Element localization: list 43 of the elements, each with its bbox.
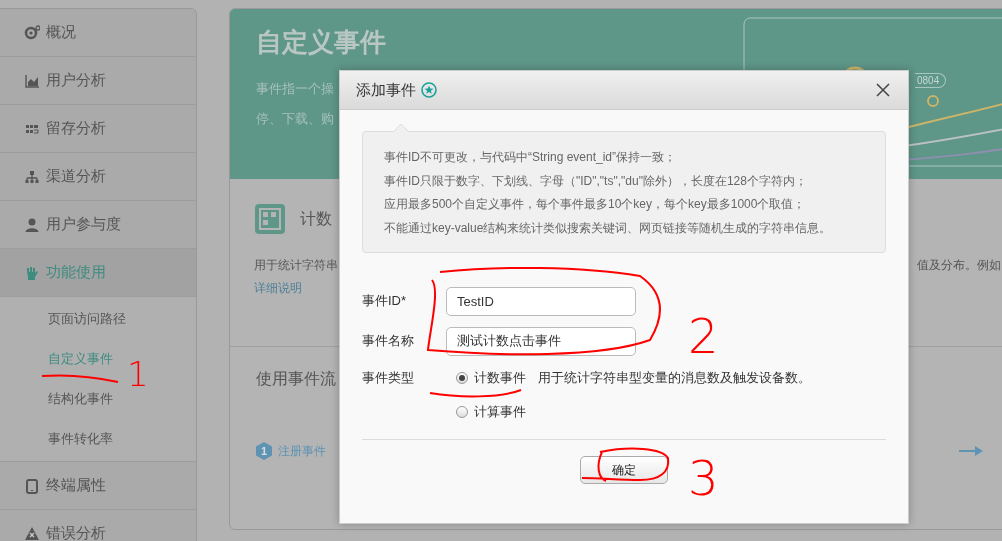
chart-icon: [24, 72, 40, 89]
info-text: 不能通过key-value结构来统计类似搜索关键词、网页链接等随机生成的字符串信息。: [384, 219, 833, 237]
card-description: 用于统计字符串: [254, 257, 338, 274]
close-button[interactable]: [874, 81, 892, 99]
input-field[interactable]: 测试计数点击事件: [446, 326, 636, 356]
gear-icon: [24, 24, 40, 41]
field-label: 事件名称: [362, 332, 415, 350]
submenu-item[interactable]: 事件转化率: [48, 419, 113, 459]
section-title: 使用事件流: [256, 369, 336, 389]
field-label: 事件ID*: [362, 292, 408, 310]
option-hint: 用于统计字符串型变量的消息数及触发设备数。: [538, 369, 811, 387]
details-link[interactable]: 详细说明: [254, 280, 302, 297]
tablet-icon: [24, 477, 40, 494]
hierarchy-icon: [24, 168, 40, 185]
card-title: 计数: [300, 208, 332, 229]
annotation-number: 3: [688, 454, 719, 502]
hand-icon: [24, 264, 40, 281]
page-title: 自定义事件: [256, 26, 387, 59]
annotation-number: 1: [127, 357, 149, 391]
annotation-number: 2: [688, 312, 719, 360]
confirm-button[interactable]: 确定: [580, 456, 668, 484]
step-number: 1: [256, 442, 272, 460]
dialog-title: 添加事件: [356, 80, 416, 100]
user-icon: [24, 216, 40, 233]
sidebar-item[interactable]: 概况: [0, 9, 196, 57]
submenu-item[interactable]: 页面访问路径: [48, 299, 126, 339]
input-field[interactable]: TestID: [446, 286, 636, 316]
arrow-icon: [959, 445, 983, 457]
page-description: 停、下载、购: [256, 110, 334, 128]
field-label: 事件类型: [362, 369, 415, 387]
info-text: 应用最多500个自定义事件，每个事件最多10个key，每个key最多1000个取值；: [384, 196, 807, 213]
grid-icon: [254, 203, 286, 235]
radio-button[interactable]: [456, 372, 468, 384]
info-text: 事件ID不可更改，与代码中“String event_id”保持一致；: [384, 149, 678, 166]
info-text: 事件ID只限于数字、下划线、字母（"ID","ts","du"除外），长度在128个字符内；: [384, 172, 808, 190]
radio-label[interactable]: 计数事件: [474, 369, 526, 387]
radio-label[interactable]: 计算事件: [474, 403, 526, 421]
warning-icon: [24, 525, 40, 541]
card-description: 值及分布。例如: [917, 257, 1001, 274]
submenu-item[interactable]: 结构化事件: [48, 379, 113, 419]
radio-button[interactable]: [456, 406, 468, 418]
step-label: 注册事件: [278, 442, 326, 460]
submenu-item[interactable]: 自定义事件: [48, 339, 113, 379]
